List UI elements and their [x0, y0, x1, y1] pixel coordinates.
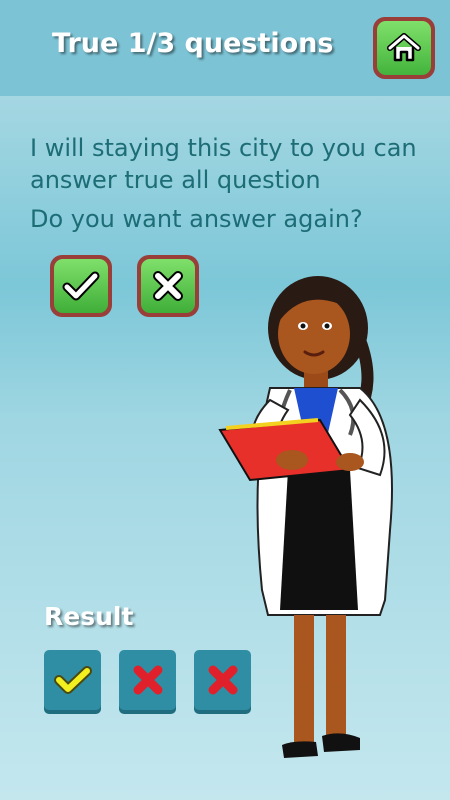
checkmark-icon [62, 271, 100, 301]
doctor-illustration [218, 276, 393, 758]
result-item-2 [119, 650, 176, 710]
yes-button[interactable] [50, 255, 112, 317]
result-label: Result [44, 602, 134, 631]
checkmark-icon [53, 666, 92, 694]
no-button[interactable] [137, 255, 199, 317]
home-button[interactable] [373, 17, 435, 79]
home-icon [387, 33, 421, 62]
cross-icon [153, 271, 183, 301]
cross-icon [133, 665, 162, 695]
dialog-message: I will staying this city to you can answ… [30, 134, 417, 194]
result-item-1 [44, 650, 101, 710]
dialog-question: Do you want answer again? [30, 205, 363, 233]
page-title: True 1/3 questions [52, 28, 334, 59]
